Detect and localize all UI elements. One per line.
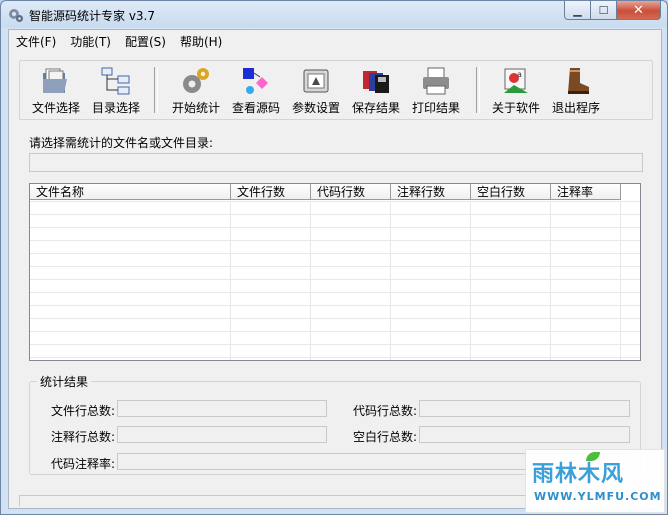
total-blank-lines-label: 空白行总数: <box>352 430 417 444</box>
tree-icon <box>101 67 130 95</box>
toolbar-label: 关于软件 <box>491 101 540 115</box>
watermark-url: WWW.YLMFU.COM <box>534 490 662 503</box>
total-comment-lines-field <box>117 426 327 443</box>
exit-boot-icon <box>568 68 589 94</box>
total-file-lines-label: 文件行总数: <box>50 404 115 418</box>
table-column <box>471 201 551 360</box>
watermark-brand: 雨林木风 <box>532 462 625 487</box>
table-column <box>391 201 471 360</box>
folder-open-icon <box>43 68 67 93</box>
print-results-button[interactable]: 打印结果 <box>406 65 466 117</box>
svg-text:a: a <box>517 70 522 79</box>
menu-function[interactable]: 功能(T) <box>63 30 118 52</box>
toolbar-label: 目录选择 <box>91 101 140 115</box>
table-header: 文件名称 文件行数 代码行数 注释行数 空白行数 注释率 <box>30 184 621 201</box>
table-column <box>231 201 311 360</box>
start-count-button[interactable]: 开始统计 <box>166 65 226 117</box>
about-button[interactable]: a 关于软件 <box>486 65 546 117</box>
total-code-lines-field <box>419 400 630 417</box>
column-header-comment-lines[interactable]: 注释行数 <box>391 184 471 200</box>
save-results-button[interactable]: 保存结果 <box>346 65 406 117</box>
total-blank-lines-field <box>419 426 630 443</box>
table-column <box>551 201 621 360</box>
shapes-icon <box>243 68 268 94</box>
close-icon: ✕ <box>633 2 644 18</box>
toolbar-label: 保存结果 <box>351 101 400 115</box>
column-header-code-lines[interactable]: 代码行数 <box>311 184 391 200</box>
toolbar-label: 打印结果 <box>411 101 460 115</box>
table-column <box>311 201 391 360</box>
minimize-button[interactable]: ▁ <box>564 1 591 20</box>
table-column-lines <box>30 201 621 360</box>
column-header-file-name[interactable]: 文件名称 <box>30 184 231 200</box>
toolbar-separator <box>476 67 480 113</box>
column-header-file-lines[interactable]: 文件行数 <box>231 184 311 200</box>
toolbar-label: 查看源码 <box>231 101 280 115</box>
about-icon: a <box>504 68 528 93</box>
menu-config[interactable]: 配置(S) <box>118 30 173 52</box>
gears-icon <box>183 68 209 93</box>
toolbar-label: 参数设置 <box>291 101 340 115</box>
title-bar[interactable]: 智能源码统计专家 v3.7 ▁ ☐ ✕ <box>1 1 667 27</box>
table-column <box>30 201 231 360</box>
minimize-icon: ▁ <box>573 3 582 17</box>
total-code-lines-label: 代码行总数: <box>352 404 417 418</box>
exit-program-button[interactable]: 退出程序 <box>546 65 606 117</box>
client-area: 文件(F) 功能(T) 配置(S) 帮助(H) 文件选择 目录选择 开始统计 查… <box>8 29 662 509</box>
menu-bar: 文件(F) 功能(T) 配置(S) 帮助(H) <box>9 30 661 52</box>
watermark: 雨林木风 WWW.YLMFU.COM <box>525 449 665 513</box>
floppy-disks-icon <box>363 71 389 93</box>
selection-prompt: 请选择需统计的文件名或文件目录: <box>29 136 214 150</box>
menu-help[interactable]: 帮助(H) <box>173 30 229 52</box>
column-header-comment-ratio[interactable]: 注释率 <box>551 184 621 200</box>
app-window: 智能源码统计专家 v3.7 ▁ ☐ ✕ 文件(F) 功能(T) 配置(S) 帮助… <box>0 0 668 515</box>
path-field[interactable] <box>29 153 643 172</box>
printer-icon <box>423 67 449 95</box>
toolbar-separator <box>154 67 158 113</box>
select-file-button[interactable]: 文件选择 <box>26 65 86 117</box>
results-table[interactable]: 文件名称 文件行数 代码行数 注释行数 空白行数 注释率 <box>29 183 641 361</box>
toolbar-label: 退出程序 <box>551 101 600 115</box>
menu-file[interactable]: 文件(F) <box>9 30 63 52</box>
stats-group-title: 统计结果 <box>37 373 92 390</box>
view-source-button[interactable]: 查看源码 <box>226 65 286 117</box>
maximize-button[interactable]: ☐ <box>591 1 617 20</box>
code-comment-ratio-label: 代码注释率: <box>50 457 115 471</box>
toolbar-label: 开始统计 <box>171 101 220 115</box>
settings-icon <box>303 69 329 93</box>
select-directory-button[interactable]: 目录选择 <box>86 65 146 117</box>
total-file-lines-field <box>117 400 327 417</box>
toolbar: 文件选择 目录选择 开始统计 查看源码 参数设置 保存结果 打印结果 a 关于软… <box>19 60 653 120</box>
parameter-settings-button[interactable]: 参数设置 <box>286 65 346 117</box>
column-header-blank-lines[interactable]: 空白行数 <box>471 184 551 200</box>
toolbar-label: 文件选择 <box>31 101 80 115</box>
window-controls: ▁ ☐ ✕ <box>564 1 661 20</box>
total-comment-lines-label: 注释行总数: <box>50 430 115 444</box>
app-logo-icon <box>9 9 23 22</box>
window-title: 智能源码统计专家 v3.7 <box>29 9 156 23</box>
maximize-icon: ☐ <box>598 3 609 17</box>
close-button[interactable]: ✕ <box>617 1 661 20</box>
